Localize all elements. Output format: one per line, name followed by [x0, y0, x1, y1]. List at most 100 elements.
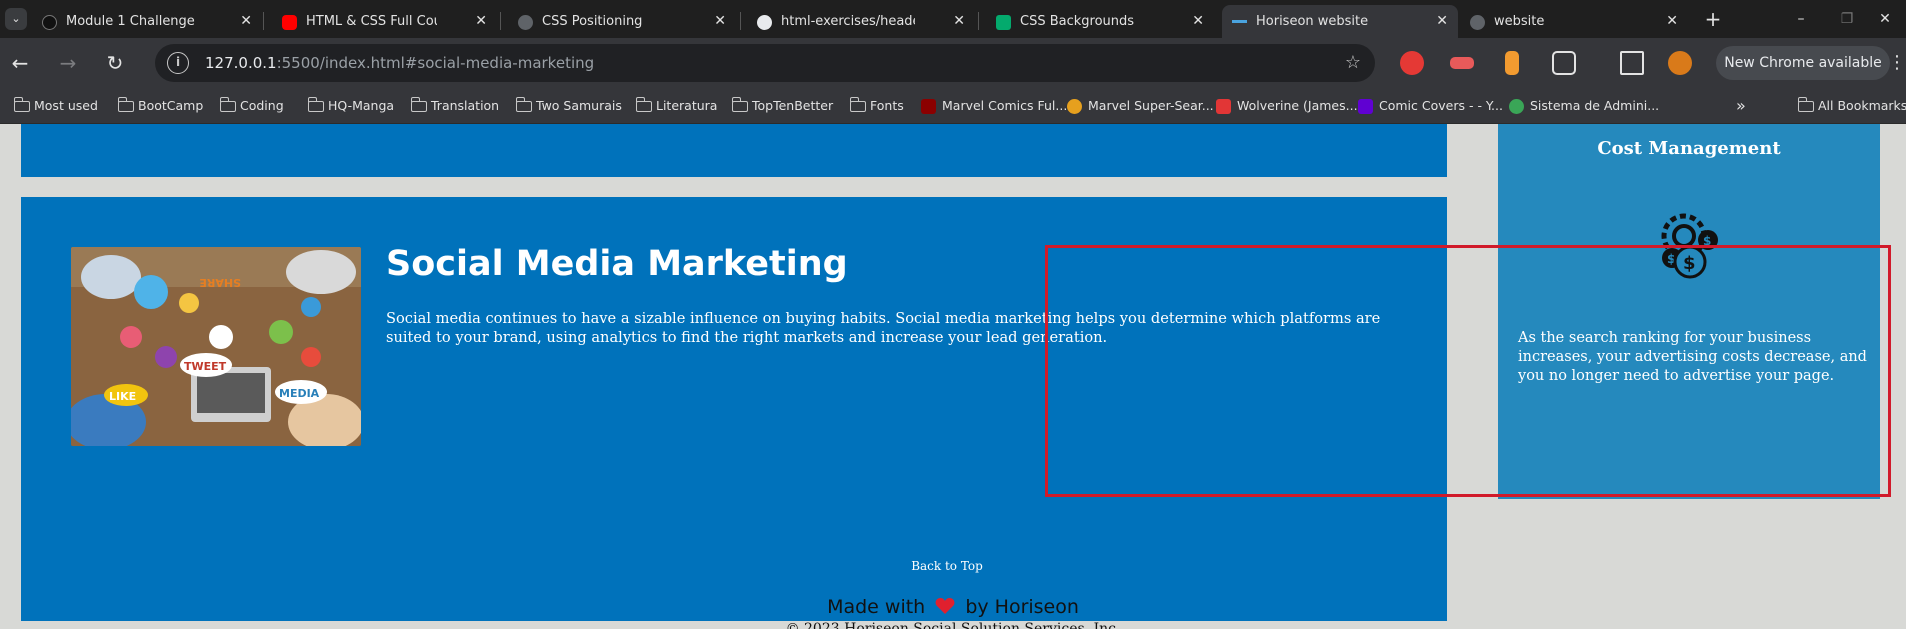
tab-divider [500, 12, 501, 30]
globe-favicon-icon [518, 15, 533, 30]
extension-bookmark-icon[interactable] [1505, 51, 1519, 75]
bookmark-label: Two Samurais [536, 98, 622, 113]
youtube-favicon-icon [282, 15, 297, 30]
close-tab-icon[interactable]: ✕ [1666, 5, 1678, 38]
side-panel-icon[interactable] [1620, 51, 1644, 75]
bookmark-fonts[interactable]: Fonts [848, 88, 904, 124]
bookmark-label: All Bookmarks [1818, 98, 1906, 113]
bookmark-toptenbetter[interactable]: TopTenBetter [730, 88, 833, 124]
tab-title: CSS Backgrounds [1020, 14, 1135, 29]
bookmark-marvel-comics[interactable]: Marvel Comics Ful... [920, 88, 1067, 124]
bookmark-coding[interactable]: Coding [218, 88, 284, 124]
yahoo-site-icon [1358, 99, 1373, 114]
close-tab-icon[interactable]: ✕ [240, 5, 252, 38]
new-tab-button[interactable]: + [1700, 6, 1726, 32]
profile-avatar[interactable] [1668, 51, 1692, 75]
bookmark-marvel-super-search[interactable]: Marvel Super-Sear... [1066, 88, 1214, 124]
reload-button[interactable]: ↻ [103, 51, 127, 75]
svg-text:SHARE: SHARE [199, 276, 241, 289]
section-title: Social Media Marketing [386, 244, 848, 284]
tab-css-positioning[interactable]: CSS Positioning ✕ [508, 5, 736, 38]
tab-website[interactable]: website ✕ [1460, 5, 1688, 38]
bookmark-label: Marvel Super-Sear... [1088, 98, 1214, 113]
forward-button[interactable]: → [56, 51, 80, 75]
folder-icon [117, 97, 134, 112]
close-tab-icon[interactable]: ✕ [1192, 5, 1204, 38]
tab-title: Module 1 Challenge [66, 14, 195, 29]
bookmark-label: Marvel Comics Ful... [942, 98, 1068, 113]
svg-text:LIKE: LIKE [109, 390, 136, 403]
close-tab-icon[interactable]: ✕ [1436, 5, 1448, 38]
social-media-image: TWEET LIKE MEDIA SHARE [71, 247, 361, 446]
page-scrollbar[interactable] [1896, 124, 1906, 629]
url-host: 127.0.0.1 [205, 54, 277, 72]
footer-made-with: Made with by Horiseon [0, 596, 1906, 618]
url-text[interactable]: 127.0.0.1:5500/index.html#social-media-m… [205, 44, 594, 82]
red-highlight-annotation [1045, 245, 1891, 497]
back-button[interactable]: ← [8, 51, 32, 75]
tab-search-chevron-icon[interactable]: ⌄ [5, 8, 27, 30]
bookmark-label: Comic Covers - - Y... [1379, 98, 1503, 113]
bookmark-label: Translation [431, 98, 500, 113]
site-favicon-icon [1232, 20, 1247, 23]
bookmarks-bar: Most used BootCamp Coding HQ-Manga Trans… [0, 88, 1906, 124]
tab-html-css-course[interactable]: HTML & CSS Full Course for ✕ [272, 5, 497, 38]
bookmark-wolverine[interactable]: Wolverine (James... [1215, 88, 1358, 124]
tab-divider [978, 12, 979, 30]
close-tab-icon[interactable]: ✕ [714, 5, 726, 38]
chrome-update-button[interactable]: New Chrome available [1716, 46, 1890, 80]
site-info-icon[interactable]: i [167, 52, 189, 74]
close-window-button[interactable]: ✕ [1862, 4, 1906, 34]
more-bookmarks-chevron-icon[interactable]: » [1736, 88, 1746, 124]
bookmark-comic-covers[interactable]: Comic Covers - - Y... [1357, 88, 1503, 124]
bookmark-most-used[interactable]: Most used [12, 88, 98, 124]
bookmark-all-bookmarks[interactable]: All Bookmarks [1796, 88, 1906, 124]
marvel-site-icon [921, 99, 936, 114]
folder-icon [219, 97, 236, 112]
extensions-puzzle-icon[interactable] [1552, 51, 1576, 75]
back-to-top-button[interactable]: Back to Top [906, 549, 988, 584]
made-with-suffix: by Horiseon [965, 596, 1079, 618]
menu-kebab-icon[interactable]: ⋮ [1888, 52, 1906, 73]
tab-module-1-challenge[interactable]: Module 1 Challenge ✕ [32, 5, 262, 38]
tab-title: CSS Positioning [542, 14, 643, 29]
bookmark-sistema-admin[interactable]: Sistema de Admini... [1508, 88, 1659, 124]
bookmark-label: Wolverine (James... [1237, 98, 1358, 113]
wiki-site-icon [1216, 99, 1231, 114]
folder-icon [849, 97, 866, 112]
address-bar[interactable]: i 127.0.0.1:5500/index.html#social-media… [155, 44, 1375, 82]
tab-css-backgrounds[interactable]: CSS Backgrounds ✕ [986, 5, 1214, 38]
close-tab-icon[interactable]: ✕ [953, 5, 965, 38]
tab-title: website [1494, 14, 1545, 29]
folder-icon [515, 97, 532, 112]
browser-toolbar: ← → ↻ i 127.0.0.1:5500/index.html#social… [0, 38, 1906, 88]
made-with-prefix: Made with [827, 596, 926, 618]
heart-icon [935, 598, 955, 614]
close-tab-icon[interactable]: ✕ [475, 5, 487, 38]
tab-html-exercises[interactable]: html-exercises/header-foote ✕ [747, 5, 975, 38]
ironman-site-icon [1067, 99, 1082, 114]
extension-red-icon[interactable] [1400, 51, 1424, 75]
bookmark-hq-manga[interactable]: HQ-Manga [306, 88, 394, 124]
bookmark-star-icon[interactable]: ☆ [1345, 44, 1361, 82]
bookmark-label: HQ-Manga [328, 98, 395, 113]
folder-icon [731, 97, 748, 112]
bookmark-translation[interactable]: Translation [409, 88, 499, 124]
globe-favicon-icon [1470, 15, 1485, 30]
bookmark-two-samurais[interactable]: Two Samurais [514, 88, 622, 124]
folder-icon [635, 97, 652, 112]
bookmark-label: BootCamp [138, 98, 204, 113]
bookmark-label: Sistema de Admini... [1530, 98, 1660, 113]
scroll-up-arrow-icon[interactable] [1898, 126, 1904, 136]
tab-horiseon-website[interactable]: Horiseon website ✕ [1222, 5, 1458, 38]
minimize-button[interactable]: – [1778, 4, 1824, 34]
bookmark-bootcamp[interactable]: BootCamp [116, 88, 203, 124]
bookmark-literatura[interactable]: Literatura [634, 88, 717, 124]
github-favicon-icon [42, 15, 57, 30]
extension-video-icon[interactable] [1450, 57, 1474, 69]
tab-divider [263, 12, 264, 30]
tab-title: html-exercises/header-foote [781, 14, 915, 29]
bookmark-label: Literatura [656, 98, 718, 113]
w3schools-favicon-icon [996, 15, 1011, 30]
social-media-illustration: TWEET LIKE MEDIA SHARE [71, 247, 361, 446]
